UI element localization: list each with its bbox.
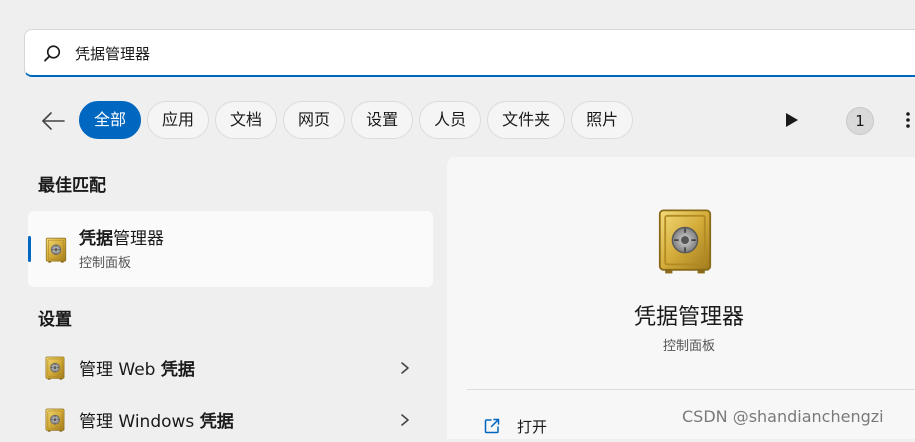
rewards-badge[interactable]: 1 (846, 107, 874, 135)
setting-item-label: 管理 Web 凭据 (79, 360, 195, 380)
search-icon (44, 45, 61, 62)
tab-photos[interactable]: 照片 (571, 101, 634, 139)
divider (467, 389, 915, 390)
detail-title: 凭据管理器 (633, 305, 744, 330)
back-arrow-icon[interactable] (38, 106, 68, 136)
tab-documents[interactable]: 文档 (215, 101, 278, 139)
tab-all[interactable]: 全部 (79, 101, 142, 139)
open-external-icon[interactable] (483, 417, 501, 435)
tab-apps[interactable]: 应用 (147, 101, 210, 139)
more-icon[interactable] (900, 110, 915, 130)
setting-item-manage-windows-credentials[interactable]: 管理 Windows 凭据 (28, 398, 433, 442)
selection-indicator (28, 236, 31, 262)
chevron-right-icon (401, 414, 409, 426)
best-match-heading: 最佳匹配 (38, 176, 106, 196)
open-action[interactable]: 打开 (517, 416, 547, 437)
tab-web[interactable]: 网页 (283, 101, 346, 139)
credential-vault-icon (42, 355, 68, 381)
credential-vault-icon (42, 236, 70, 264)
result-title: 凭据管理器 (79, 229, 164, 249)
tab-settings[interactable]: 设置 (351, 101, 414, 139)
search-bar[interactable] (24, 29, 915, 77)
chevron-right-icon (401, 362, 409, 374)
best-match-result[interactable]: 凭据管理器 控制面板 (28, 211, 433, 287)
setting-item-label: 管理 Windows 凭据 (79, 412, 234, 432)
tab-folders[interactable]: 文件夹 (487, 101, 566, 139)
credential-vault-icon (649, 205, 721, 277)
detail-pane: 凭据管理器 控制面板 打开 (447, 157, 915, 439)
setting-item-manage-web-credentials[interactable]: 管理 Web 凭据 (28, 346, 433, 390)
filter-tabs: 全部 应用 文档 网页 设置 人员 文件夹 照片 (79, 101, 634, 139)
play-icon[interactable] (783, 110, 801, 130)
tab-people[interactable]: 人员 (419, 101, 482, 139)
settings-heading: 设置 (38, 310, 72, 330)
search-input[interactable] (75, 40, 775, 66)
credential-vault-icon (42, 407, 68, 433)
result-subtitle: 控制面板 (79, 256, 132, 271)
detail-subtitle: 控制面板 (662, 339, 715, 354)
watermark: CSDN @shandianchengzi (682, 407, 884, 426)
